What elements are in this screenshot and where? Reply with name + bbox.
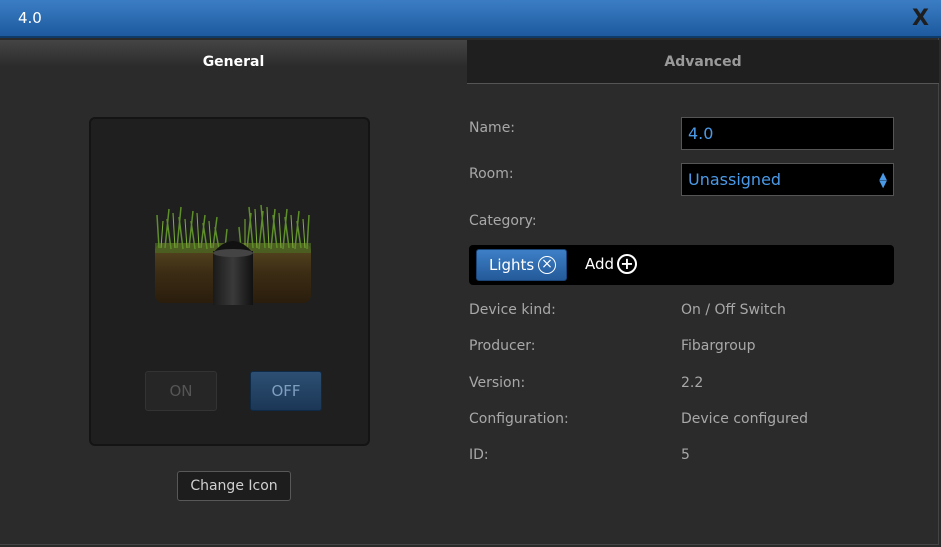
version-label: Version: — [469, 375, 526, 391]
configuration-value: Device configured — [681, 411, 808, 427]
category-label: Category: — [469, 213, 537, 229]
close-icon[interactable]: X — [912, 6, 929, 31]
category-chip-label: Lights — [489, 256, 535, 274]
window-title: 4.0 — [18, 9, 42, 27]
room-label: Room: — [469, 166, 514, 182]
device-icon-panel: ON OFF — [89, 117, 370, 446]
device-kind-value: On / Off Switch — [681, 302, 786, 318]
id-label: ID: — [469, 447, 489, 463]
category-selector: Lights × Add + — [469, 245, 894, 285]
name-input[interactable]: 4.0 — [681, 117, 894, 150]
device-dialog: General Advanced ON OFF Change Icon Name… — [0, 38, 939, 545]
version-value: 2.2 — [681, 375, 704, 391]
title-bar: 4.0 X — [0, 0, 941, 38]
producer-value: Fibargroup — [681, 338, 756, 354]
producer-label: Producer: — [469, 338, 536, 354]
select-arrows-icon: ▲ ▼ — [879, 171, 887, 190]
category-chip-lights[interactable]: Lights × — [476, 249, 567, 281]
change-icon-button[interactable]: Change Icon — [177, 471, 291, 501]
on-button[interactable]: ON — [145, 371, 217, 411]
room-select[interactable]: Unassigned ▲ ▼ — [681, 163, 894, 196]
tab-general[interactable]: General — [0, 40, 467, 84]
garden-light-device-icon — [155, 204, 311, 305]
id-value: 5 — [681, 447, 690, 463]
name-label: Name: — [469, 120, 516, 136]
tab-advanced[interactable]: Advanced — [467, 40, 939, 84]
add-circle-icon[interactable]: + — [617, 254, 637, 274]
off-button[interactable]: OFF — [250, 371, 322, 411]
device-kind-label: Device kind: — [469, 302, 556, 318]
configuration-label: Configuration: — [469, 411, 569, 427]
remove-circle-icon[interactable]: × — [538, 256, 556, 274]
room-select-value: Unassigned — [688, 170, 782, 189]
add-category-button[interactable]: Add — [585, 255, 614, 273]
